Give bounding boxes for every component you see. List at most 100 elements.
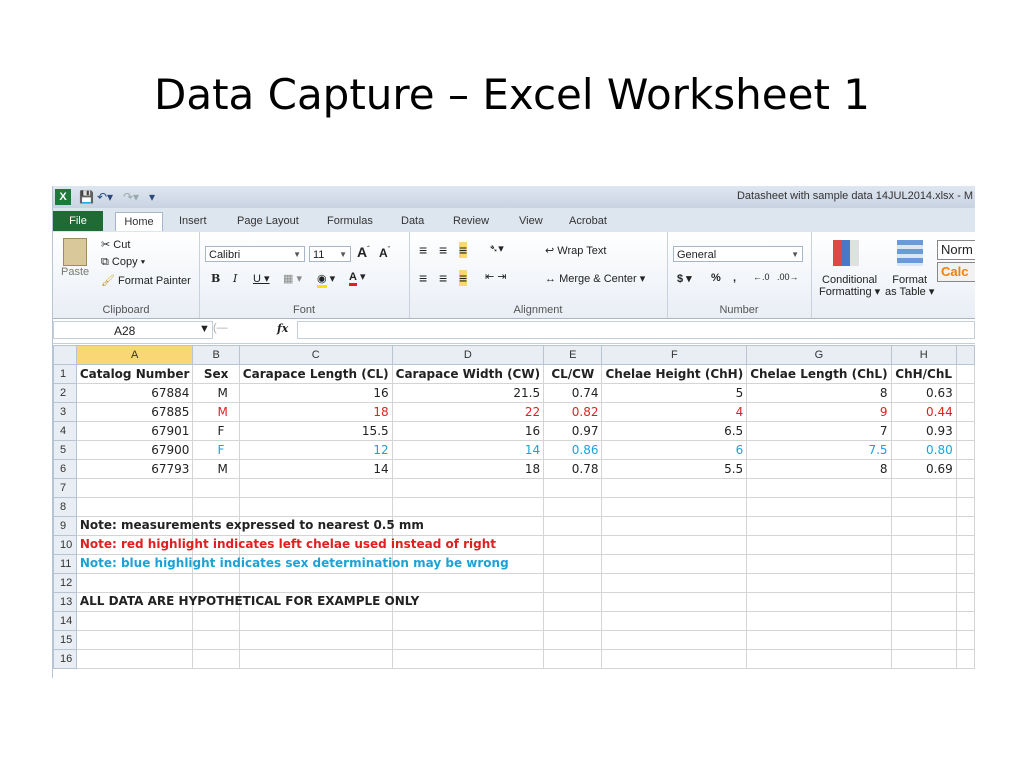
cell[interactable]: 67793 xyxy=(75,459,194,479)
row-header[interactable]: 14 xyxy=(53,611,77,631)
column-header-d[interactable]: D xyxy=(391,345,545,365)
cell[interactable]: 0.69 xyxy=(890,459,957,479)
cell[interactable] xyxy=(601,592,748,612)
cell[interactable] xyxy=(543,611,603,631)
cell[interactable] xyxy=(543,592,603,612)
cell[interactable] xyxy=(955,497,975,517)
cell[interactable] xyxy=(890,649,957,669)
fill-color-icon[interactable]: ◉ ▾ xyxy=(317,272,335,288)
column-header-e[interactable]: E xyxy=(543,345,603,365)
cell[interactable] xyxy=(543,478,603,498)
cell[interactable]: 4 xyxy=(601,402,748,422)
cell[interactable] xyxy=(238,630,393,650)
cell[interactable] xyxy=(543,497,603,517)
customize-toolbar-icon[interactable]: ▾ xyxy=(149,189,155,205)
comma-icon[interactable]: , xyxy=(733,272,736,284)
cell[interactable]: 0.74 xyxy=(543,383,603,403)
header-cell[interactable]: Chelae Length (ChL) xyxy=(746,364,892,384)
tab-view[interactable]: View xyxy=(519,212,543,230)
cell[interactable]: 5.5 xyxy=(601,459,748,479)
font-color-icon[interactable]: A ▾ xyxy=(349,270,366,286)
borders-icon[interactable]: ▦ ▾ xyxy=(283,272,302,285)
tab-data[interactable]: Data xyxy=(401,212,424,230)
cell[interactable]: 6.5 xyxy=(601,421,748,441)
cell[interactable] xyxy=(543,573,603,593)
cell[interactable] xyxy=(955,402,975,422)
cell[interactable] xyxy=(601,611,748,631)
cell[interactable]: M xyxy=(192,402,240,422)
cell[interactable] xyxy=(890,516,957,536)
cell[interactable] xyxy=(192,573,240,593)
cell[interactable] xyxy=(890,611,957,631)
cell[interactable]: 9 xyxy=(746,402,892,422)
cut-button[interactable]: ✂ Cut xyxy=(101,238,130,251)
cell[interactable]: M xyxy=(192,459,240,479)
cell[interactable] xyxy=(601,478,748,498)
tab-formulas[interactable]: Formulas xyxy=(327,212,373,230)
row-header[interactable]: 2 xyxy=(53,383,77,403)
tab-review[interactable]: Review xyxy=(453,212,489,230)
paste-icon[interactable] xyxy=(63,238,87,266)
style-calculation[interactable]: Calc xyxy=(937,262,975,282)
cell[interactable]: F xyxy=(192,440,240,460)
cell[interactable] xyxy=(238,573,393,593)
cell[interactable]: 5 xyxy=(601,383,748,403)
cell[interactable] xyxy=(601,649,748,669)
cell[interactable]: 22 xyxy=(391,402,545,422)
increase-decimal-icon[interactable]: ←.0 xyxy=(753,272,770,282)
cell[interactable] xyxy=(391,573,545,593)
shrink-font-icon[interactable]: Aˇ xyxy=(379,246,390,260)
cell[interactable] xyxy=(601,497,748,517)
number-format-select[interactable]: General ▼ xyxy=(673,246,803,262)
cell[interactable] xyxy=(601,573,748,593)
cell[interactable]: 8 xyxy=(746,459,892,479)
cell[interactable] xyxy=(955,459,975,479)
cell[interactable]: 16 xyxy=(391,421,545,441)
paste-button[interactable]: Paste xyxy=(61,266,89,278)
header-cell[interactable]: Catalog Number xyxy=(75,364,194,384)
column-header-g[interactable]: G xyxy=(746,345,892,365)
cell[interactable] xyxy=(391,630,545,650)
cell[interactable]: 67901 xyxy=(75,421,194,441)
cell[interactable] xyxy=(543,649,603,669)
bold-icon[interactable]: B xyxy=(211,272,220,285)
undo-icon[interactable]: ↶▾ xyxy=(97,189,113,205)
cell[interactable] xyxy=(746,478,892,498)
cell[interactable] xyxy=(601,516,748,536)
cell[interactable] xyxy=(192,630,240,650)
row-header[interactable]: 12 xyxy=(53,573,77,593)
format-painter-button[interactable]: 🖌 Format Painter xyxy=(101,274,191,287)
cell[interactable] xyxy=(391,611,545,631)
cell[interactable] xyxy=(192,478,240,498)
cell[interactable] xyxy=(955,554,975,574)
row-header[interactable]: 16 xyxy=(53,649,77,669)
cell[interactable] xyxy=(955,516,975,536)
cell[interactable] xyxy=(601,554,748,574)
cell[interactable]: 7.5 xyxy=(746,440,892,460)
cell[interactable] xyxy=(543,630,603,650)
cell[interactable]: 67900 xyxy=(75,440,194,460)
cell[interactable]: 67884 xyxy=(75,383,194,403)
cell[interactable]: 6 xyxy=(601,440,748,460)
header-cell[interactable]: Carapace Length (CL) xyxy=(238,364,393,384)
row-header[interactable]: 11 xyxy=(53,554,77,574)
cell[interactable]: ALL DATA ARE HYPOTHETICAL FOR EXAMPLE ON… xyxy=(75,592,419,612)
column-header-a[interactable]: A xyxy=(75,345,194,365)
cell[interactable] xyxy=(955,573,975,593)
cell[interactable] xyxy=(955,364,975,384)
row-header[interactable]: 13 xyxy=(53,592,77,612)
header-cell[interactable]: Chelae Height (ChH) xyxy=(601,364,748,384)
row-header[interactable]: 9 xyxy=(53,516,77,536)
header-cell[interactable]: Sex xyxy=(192,364,240,384)
cell[interactable]: 7 xyxy=(746,421,892,441)
cell[interactable] xyxy=(601,630,748,650)
cell[interactable] xyxy=(955,592,975,612)
formula-input[interactable] xyxy=(297,321,975,339)
row-header[interactable]: 1 xyxy=(53,364,77,384)
cell[interactable] xyxy=(955,440,975,460)
select-all-corner[interactable] xyxy=(53,345,77,365)
cell[interactable] xyxy=(746,611,892,631)
cell[interactable] xyxy=(746,630,892,650)
header-cell[interactable]: CL/CW xyxy=(543,364,603,384)
underline-icon[interactable]: U ▾ xyxy=(253,272,270,285)
